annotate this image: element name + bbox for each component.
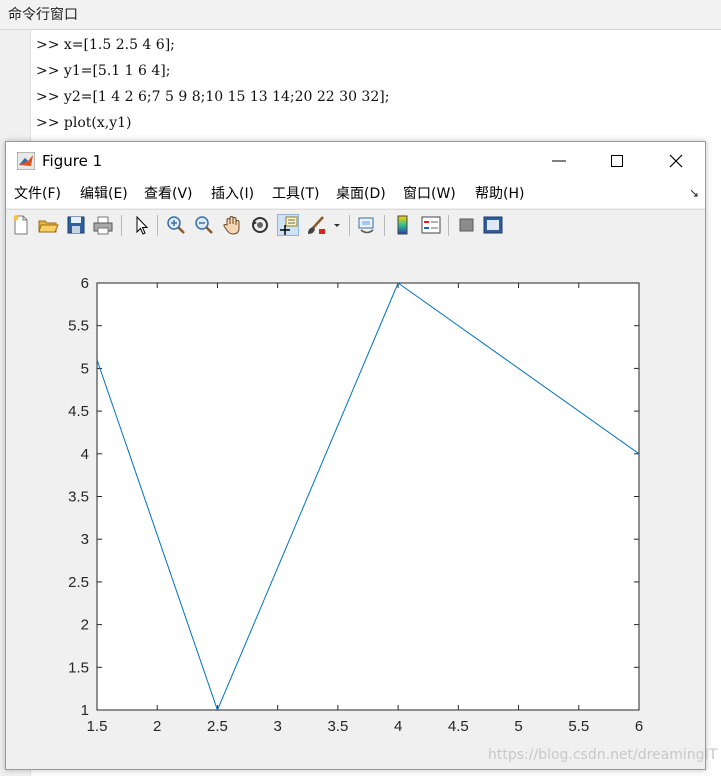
x-tick-label: 5 xyxy=(514,718,522,735)
toolbar-separator xyxy=(448,215,449,236)
zoom-out-icon[interactable] xyxy=(193,214,215,236)
menu-file[interactable]: 文件(F) xyxy=(14,180,61,208)
zoom-in-icon[interactable] xyxy=(165,214,187,236)
command-line: >> x=[1.5 2.5 4 6]; xyxy=(36,37,175,53)
toolbar-separator xyxy=(157,215,158,236)
save-icon[interactable] xyxy=(65,214,87,236)
y-tick-label: 2 xyxy=(81,617,89,634)
y-tick-label: 4.5 xyxy=(68,403,89,420)
x-tick-label: 5.5 xyxy=(568,718,589,735)
y-tick-label: 1 xyxy=(81,702,89,719)
x-tick-label: 2 xyxy=(153,718,161,735)
figure-titlebar[interactable]: Figure 1 xyxy=(6,142,705,180)
command-line: >> y2=[1 4 2 6;7 5 9 8;10 15 13 14;20 22… xyxy=(36,89,390,105)
colorbar-icon[interactable] xyxy=(392,214,414,236)
x-tick-label: 6 xyxy=(635,718,643,735)
command-line: >> plot(x,y1) xyxy=(36,115,132,131)
figure-window: Figure 1 文件(F) 编辑(E) 查看(V) 插入(I) 工具(T) 桌… xyxy=(5,141,717,770)
close-button[interactable] xyxy=(647,142,705,180)
watermark: https://blog.csdn.net/dreamingIT xyxy=(488,747,718,763)
maximize-button[interactable] xyxy=(588,142,646,180)
x-tick-label: 4.5 xyxy=(448,718,469,735)
minimize-icon xyxy=(552,160,566,162)
menu-window[interactable]: 窗口(W) xyxy=(403,180,456,208)
toolbar-separator xyxy=(349,215,350,236)
menu-tools[interactable]: 工具(T) xyxy=(272,180,319,208)
x-tick-label: 4 xyxy=(394,718,402,735)
pointer-icon[interactable] xyxy=(130,214,152,236)
y-tick-label: 6 xyxy=(81,275,89,292)
maximize-icon xyxy=(611,155,623,167)
show-plot-tools-icon[interactable] xyxy=(482,214,504,236)
y-tick-label: 3 xyxy=(81,531,89,548)
y-tick-label: 5 xyxy=(81,360,89,377)
menu-desktop[interactable]: 桌面(D) xyxy=(336,180,386,208)
hide-plot-tools-icon[interactable] xyxy=(456,214,478,236)
toolbar-separator xyxy=(384,215,385,236)
link-plot-icon[interactable] xyxy=(356,214,378,236)
figure-toolbar xyxy=(6,209,705,242)
print-icon[interactable] xyxy=(92,214,114,236)
close-icon xyxy=(669,154,683,168)
y-tick-label: 3.5 xyxy=(68,489,89,506)
figure-plot-area: 1.5 2 2.5 3 3.5 4 4.5 5 5.5 6 1 1.5 2 2.5 3 3.5 4 4.5 5 5.5… xyxy=(6,241,705,769)
brush-dropdown-arrow-icon[interactable] xyxy=(331,214,343,236)
new-figure-icon[interactable] xyxy=(10,214,32,236)
command-line: >> y1=[5.1 1 6 4]; xyxy=(36,63,171,79)
x-tick-label: 2.5 xyxy=(207,718,228,735)
y-tick-label: 2.5 xyxy=(68,574,89,591)
axes-box xyxy=(96,282,640,711)
open-file-icon[interactable] xyxy=(37,214,59,236)
y-tick-label: 1.5 xyxy=(68,659,89,676)
x-tick-label: 3.5 xyxy=(327,718,348,735)
toolbar-separator xyxy=(121,215,122,236)
minimize-button[interactable] xyxy=(530,142,588,180)
legend-icon[interactable] xyxy=(420,214,442,236)
line-chart[interactable]: 1.5 2 2.5 3 3.5 4 4.5 5 5.5 611.522.533.544.555.5… xyxy=(6,241,705,769)
menu-edit[interactable]: 编辑(E) xyxy=(80,180,128,208)
y-tick-label: 4 xyxy=(81,446,89,463)
x-tick-label: 3 xyxy=(273,718,281,735)
rotate-3d-icon[interactable] xyxy=(249,214,271,236)
menu-insert[interactable]: 插入(I) xyxy=(211,180,254,208)
menu-view[interactable]: 查看(V) xyxy=(144,180,193,208)
figure-title: Figure 1 xyxy=(42,152,103,170)
dock-arrow-icon[interactable]: ↘ xyxy=(689,186,699,200)
matlab-logo-icon xyxy=(17,152,35,170)
command-window-title: 命令行窗口 xyxy=(0,0,721,30)
data-cursor-icon[interactable] xyxy=(277,214,299,236)
menu-help[interactable]: 帮助(H) xyxy=(475,180,524,208)
x-tick-label: 1.5 xyxy=(87,718,108,735)
y-tick-label: 5.5 xyxy=(68,318,89,335)
figure-menubar: 文件(F) 编辑(E) 查看(V) 插入(I) 工具(T) 桌面(D) 窗口(W… xyxy=(6,180,705,208)
pan-icon[interactable] xyxy=(221,214,243,236)
brush-icon[interactable] xyxy=(305,214,327,236)
